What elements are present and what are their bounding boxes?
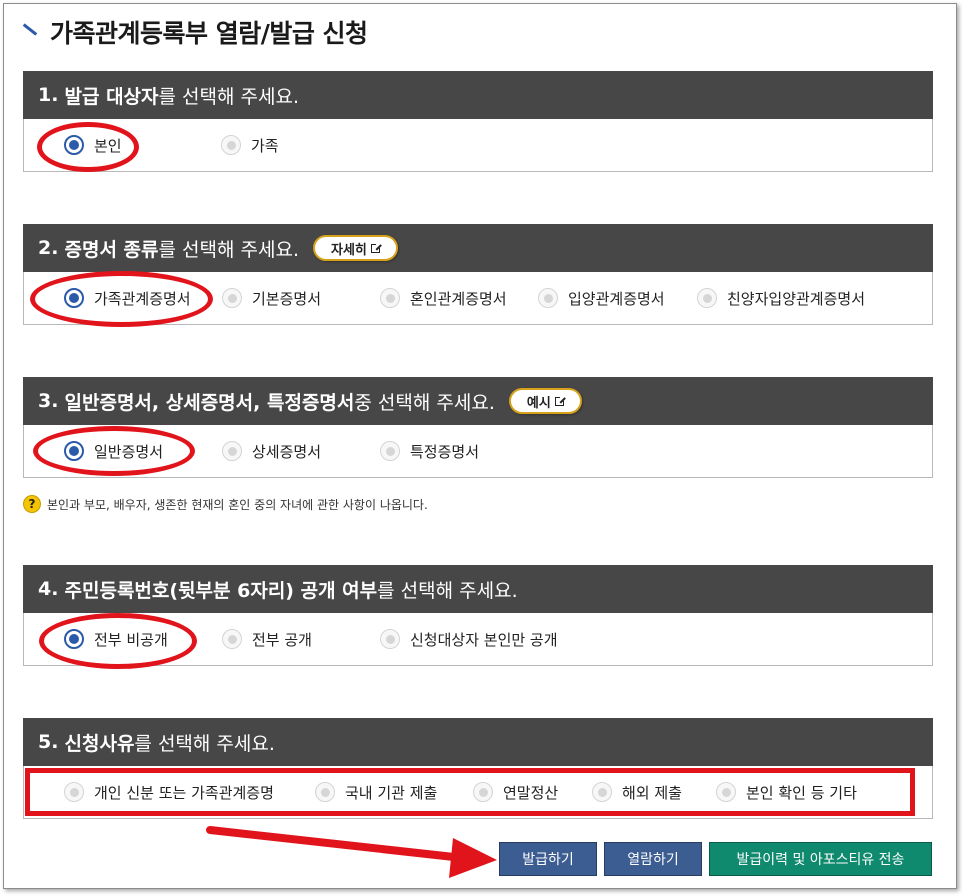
option-label: 본인 — [94, 136, 122, 155]
radio-selected-icon[interactable] — [64, 288, 84, 308]
option-label: 일반증명서 — [94, 442, 164, 461]
page-title-text: 가족관계등록부 열람/발급 신청 — [50, 19, 368, 48]
help-icon: ? — [23, 495, 41, 513]
title-marker-icon — [20, 22, 40, 42]
option-general-cert[interactable]: 일반증명서 — [64, 425, 163, 477]
section-header: 1. 발급 대상자 를 선택해 주세요. — [23, 71, 933, 119]
section-title-bold: 주민등록번호(뒷부분 6자리) 공개 여부 — [64, 579, 378, 602]
radio-icon[interactable] — [592, 782, 612, 802]
option-group-detail: 일반증명서 상세증명서 특정증명서 — [23, 425, 933, 478]
option-detailed-cert[interactable]: 상세증명서 — [222, 425, 321, 477]
option-label: 전부 공개 — [252, 630, 312, 649]
issue-button[interactable]: 발급하기 — [499, 842, 597, 876]
radio-icon[interactable] — [380, 441, 400, 461]
section-title-rest: 를 선택해 주세요. — [134, 732, 275, 755]
radio-icon[interactable] — [222, 629, 242, 649]
section-number: 1. — [38, 84, 59, 106]
section-number: 5. — [38, 731, 59, 753]
example-button-label: 예시 — [526, 395, 551, 411]
example-button[interactable]: 예시 — [508, 388, 582, 414]
section-certificate-detail: 3. 일반증명서, 상세증명서, 특정증명서 중 선택해 주세요. 예시 일반증… — [23, 377, 933, 478]
option-other[interactable]: 본인 확인 등 기타 — [716, 766, 857, 818]
option-full-adoption-cert[interactable]: 친양자입양관계증명서 — [697, 272, 865, 324]
section-title-bold: 발급 대상자 — [64, 85, 159, 108]
option-all-public[interactable]: 전부 공개 — [222, 613, 312, 665]
section-title-rest: 를 선택해 주세요. — [158, 238, 299, 261]
option-group-reason: 개인 신분 또는 가족관계증명 국내 기관 제출 연말정산 해외 제출 본인 확… — [23, 766, 933, 819]
external-link-icon — [370, 241, 382, 253]
option-label: 해외 제출 — [622, 783, 682, 802]
option-label: 신청대상자 본인만 공개 — [410, 630, 558, 649]
option-label: 특정증명서 — [410, 442, 480, 461]
section-number: 4. — [38, 578, 59, 600]
option-label: 가족관계증명서 — [94, 289, 191, 308]
section-header: 4. 주민등록번호(뒷부분 6자리) 공개 여부 를 선택해 주세요. — [23, 565, 933, 613]
section-issue-target: 1. 발급 대상자 를 선택해 주세요. 본인 가족 — [23, 71, 933, 172]
view-button[interactable]: 열람하기 — [604, 842, 702, 876]
option-label: 친양자입양관계증명서 — [727, 289, 866, 308]
radio-icon[interactable] — [380, 288, 400, 308]
option-label: 연말정산 — [503, 783, 559, 802]
section-title-bold: 신청사유 — [64, 732, 135, 755]
option-label: 개인 신분 또는 가족관계증명 — [94, 783, 274, 802]
option-group-certificate: 가족관계증명서 기본증명서 혼인관계증명서 입양관계증명서 친양자입양관계증명서 — [23, 272, 933, 325]
option-group-target: 본인 가족 — [23, 119, 933, 172]
issue-history-apostille-button[interactable]: 발급이력 및 아포스티유 전송 — [709, 842, 932, 876]
section-title-bold: 증명서 종류 — [64, 238, 159, 261]
radio-icon[interactable] — [380, 629, 400, 649]
details-button[interactable]: 자세히 — [313, 235, 398, 261]
page-title: 가족관계등록부 열람/발급 신청 — [20, 14, 368, 50]
option-self[interactable]: 본인 — [64, 119, 122, 171]
option-label: 본인 확인 등 기타 — [746, 783, 857, 802]
option-family-relation-cert[interactable]: 가족관계증명서 — [64, 272, 191, 324]
radio-icon[interactable] — [222, 288, 242, 308]
radio-icon[interactable] — [716, 782, 736, 802]
radio-icon[interactable] — [473, 782, 493, 802]
radio-icon[interactable] — [697, 288, 717, 308]
radio-icon[interactable] — [221, 135, 241, 155]
radio-icon[interactable] — [222, 441, 242, 461]
option-basic-cert[interactable]: 기본증명서 — [222, 272, 321, 324]
radio-icon[interactable] — [315, 782, 335, 802]
section-certificate-type: 2. 증명서 종류 를 선택해 주세요. 자세히 가족관계증명서 기본증명서 혼인… — [23, 224, 933, 325]
section-title-rest: 를 선택해 주세요. — [158, 85, 299, 108]
help-note-text: 본인과 부모, 배우자, 생존한 현재의 혼인 중의 자녀에 관한 사항이 나옵… — [47, 497, 428, 512]
option-year-end-tax[interactable]: 연말정산 — [473, 766, 558, 818]
section-title-rest: 를 선택해 주세요. — [377, 579, 518, 602]
option-label: 국내 기관 제출 — [345, 783, 438, 802]
option-label: 상세증명서 — [252, 442, 322, 461]
option-label: 기본증명서 — [252, 289, 322, 308]
option-group-disclosure: 전부 비공개 전부 공개 신청대상자 본인만 공개 — [23, 613, 933, 666]
section-title-bold: 일반증명서, 상세증명서, 특정증명서 — [64, 391, 355, 414]
option-adoption-cert[interactable]: 입양관계증명서 — [538, 272, 665, 324]
radio-selected-icon[interactable] — [64, 441, 84, 461]
section-number: 2. — [38, 237, 59, 259]
help-note: ? 본인과 부모, 배우자, 생존한 현재의 혼인 중의 자녀에 관한 사항이 … — [23, 494, 428, 514]
option-label: 입양관계증명서 — [568, 289, 665, 308]
option-all-private[interactable]: 전부 비공개 — [64, 613, 168, 665]
option-domestic-submit[interactable]: 국내 기관 제출 — [315, 766, 437, 818]
option-specific-cert[interactable]: 특정증명서 — [380, 425, 479, 477]
option-identity-proof[interactable]: 개인 신분 또는 가족관계증명 — [64, 766, 274, 818]
radio-selected-icon[interactable] — [64, 629, 84, 649]
option-label: 혼인관계증명서 — [410, 289, 507, 308]
option-self-only-public[interactable]: 신청대상자 본인만 공개 — [380, 613, 558, 665]
option-overseas-submit[interactable]: 해외 제출 — [592, 766, 682, 818]
section-resident-number: 4. 주민등록번호(뒷부분 6자리) 공개 여부 를 선택해 주세요. 전부 비공… — [23, 565, 933, 666]
radio-icon[interactable] — [64, 782, 84, 802]
section-header: 3. 일반증명서, 상세증명서, 특정증명서 중 선택해 주세요. 예시 — [23, 377, 933, 425]
section-reason: 5. 신청사유 를 선택해 주세요. 개인 신분 또는 가족관계증명 국내 기관 … — [23, 718, 933, 819]
section-number: 3. — [38, 390, 59, 412]
section-header: 2. 증명서 종류 를 선택해 주세요. 자세히 — [23, 224, 933, 272]
external-link-icon — [554, 394, 566, 406]
radio-selected-icon[interactable] — [64, 135, 84, 155]
option-family[interactable]: 가족 — [221, 119, 279, 171]
section-title-rest: 중 선택해 주세요. — [354, 391, 495, 414]
option-label: 전부 비공개 — [94, 630, 168, 649]
details-button-label: 자세히 — [331, 242, 367, 258]
option-marriage-cert[interactable]: 혼인관계증명서 — [380, 272, 507, 324]
section-header: 5. 신청사유 를 선택해 주세요. — [23, 718, 933, 766]
radio-icon[interactable] — [538, 288, 558, 308]
option-label: 가족 — [251, 136, 279, 155]
